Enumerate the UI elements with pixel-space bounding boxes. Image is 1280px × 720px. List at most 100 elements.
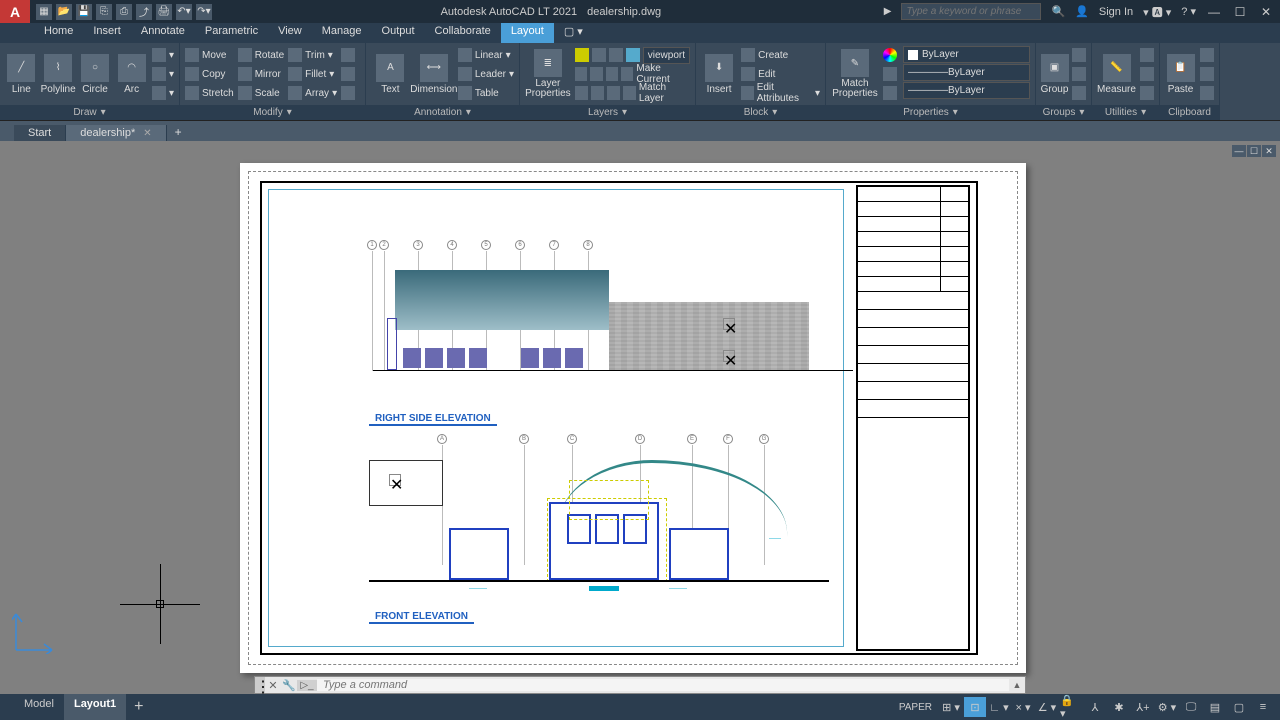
command-input[interactable] (317, 679, 1009, 691)
tab-extra[interactable]: ▢ ▾ (554, 23, 593, 43)
close-tab-icon[interactable]: ✕ (143, 128, 151, 139)
erase-icon[interactable] (341, 46, 355, 64)
tab-parametric[interactable]: Parametric (195, 23, 268, 43)
table-button[interactable]: Table (458, 84, 514, 102)
bulb-icon[interactable] (575, 48, 589, 62)
hatch-icon[interactable]: ▾ (152, 65, 174, 83)
customize-icon[interactable]: ≡ (1252, 697, 1274, 717)
make-current-button[interactable]: Make Current (575, 65, 690, 83)
offset-icon[interactable] (341, 84, 355, 102)
fillet-button[interactable]: Fillet ▾ (288, 65, 337, 83)
leader-button[interactable]: Leader ▾ (458, 65, 514, 83)
osnap-toggle[interactable]: ∠ ▾ (1036, 697, 1058, 717)
scale-button[interactable]: Scale (238, 84, 284, 102)
minimize-button[interactable]: — (1206, 5, 1222, 19)
close-button[interactable]: ✕ (1258, 5, 1274, 19)
circle-button[interactable]: ○Circle (78, 45, 113, 103)
tab-start[interactable]: Start (14, 125, 66, 141)
scale-toggle[interactable]: 🔒 ▾ (1060, 697, 1082, 717)
move-button[interactable]: Move (185, 46, 234, 64)
annotation-scale[interactable]: ⅄ (1084, 697, 1106, 717)
cmd-close-icon[interactable]: ✕ (265, 679, 281, 692)
linear-button[interactable]: Linear ▾ (458, 46, 514, 64)
explode-icon[interactable] (341, 65, 355, 83)
layer-properties-button[interactable]: ≣LayerProperties (524, 45, 572, 103)
open-icon[interactable]: 📂 (56, 4, 72, 20)
tab-output[interactable]: Output (372, 23, 425, 43)
tab-view[interactable]: View (268, 23, 312, 43)
tab-model[interactable]: Model (14, 694, 64, 720)
ellipse-icon[interactable]: ▾ (152, 84, 174, 102)
tab-manage[interactable]: Manage (312, 23, 372, 43)
edit-button[interactable]: Edit (741, 65, 820, 83)
share-icon[interactable]: ▶ (884, 6, 892, 17)
tab-home[interactable]: Home (34, 23, 83, 43)
tab-layout1[interactable]: Layout1 (64, 694, 126, 720)
search-input[interactable] (901, 3, 1041, 20)
clean-screen-icon[interactable]: ▢ (1228, 697, 1250, 717)
annotation-auto[interactable]: ⅄+ (1132, 697, 1154, 717)
lineweight-icon[interactable] (883, 67, 897, 81)
line-button[interactable]: ╱Line (4, 45, 39, 103)
trim-button[interactable]: Trim ▾ (288, 46, 337, 64)
new-tab-button[interactable]: + (167, 123, 190, 141)
mirror-button[interactable]: Mirror (238, 65, 284, 83)
space-label[interactable]: PAPER (893, 702, 938, 713)
tab-dealership[interactable]: dealership*✕ (66, 125, 166, 141)
rotate-button[interactable]: Rotate (238, 46, 284, 64)
exchange-icon[interactable]: ▾ 🅰 ▾ (1143, 4, 1171, 20)
array-button[interactable]: Array ▾ (288, 84, 337, 102)
new-icon[interactable]: ▦ (36, 4, 52, 20)
layer-dropdown[interactable]: viewport (643, 47, 690, 64)
tab-insert[interactable]: Insert (83, 23, 131, 43)
search-icon[interactable]: 🔍 (1051, 5, 1065, 18)
undo-icon[interactable]: ↶▾ (176, 4, 192, 20)
match-layer-button[interactable]: Match Layer (575, 84, 690, 102)
linetype-dropdown[interactable]: ———— ByLayer (903, 82, 1030, 99)
polyline-button[interactable]: ⌇Polyline (41, 45, 76, 103)
color-dropdown[interactable]: ByLayer (903, 46, 1030, 63)
vp-maximize-icon[interactable]: ☐ (1247, 145, 1261, 157)
cmd-handle[interactable]: ⋮ (255, 677, 265, 693)
copy-button[interactable]: Copy (185, 65, 234, 83)
add-layout-button[interactable]: + (126, 694, 151, 720)
drawing-canvas[interactable]: — ☐ ✕ 1 (0, 141, 1280, 694)
save-icon[interactable]: 💾 (76, 4, 92, 20)
app-logo[interactable]: A (0, 0, 30, 23)
create-button[interactable]: Create (741, 46, 820, 64)
signin-label[interactable]: Sign In (1099, 6, 1133, 18)
saveas-icon[interactable]: ⎘ (96, 4, 112, 20)
redo-icon[interactable]: ↷▾ (196, 4, 212, 20)
paste-button[interactable]: 📋Paste (1164, 45, 1197, 103)
insert-button[interactable]: ⬇Insert (700, 45, 738, 103)
rect-icon[interactable]: ▾ (152, 46, 174, 64)
edit-attrs-button[interactable]: Edit Attributes ▾ (741, 84, 820, 102)
lineweight-dropdown[interactable]: ———— ByLayer (903, 64, 1030, 81)
text-button[interactable]: AText (370, 45, 411, 103)
match-properties-button[interactable]: ✎MatchProperties (830, 45, 880, 103)
annotation-visibility[interactable]: ✱ (1108, 697, 1130, 717)
tab-collaborate[interactable]: Collaborate (425, 23, 501, 43)
tab-annotate[interactable]: Annotate (131, 23, 195, 43)
ortho-toggle[interactable]: ∟ ▾ (988, 697, 1010, 717)
measure-button[interactable]: 📏Measure (1096, 45, 1137, 103)
dimension-button[interactable]: ⟷Dimension (413, 45, 455, 103)
snap-toggle[interactable]: ⊡ (964, 697, 986, 717)
maximize-button[interactable]: ☐ (1232, 5, 1248, 19)
help-icon[interactable]: ? ▾ (1181, 5, 1196, 18)
grid-toggle[interactable]: ⊞ ▾ (940, 697, 962, 717)
publish-icon[interactable]: ⤴ (136, 4, 152, 20)
colorwheel-icon[interactable] (883, 48, 897, 62)
monitor-icon[interactable]: 🖵 (1180, 697, 1202, 717)
tab-layout[interactable]: Layout (501, 23, 554, 43)
vp-close-icon[interactable]: ✕ (1262, 145, 1276, 157)
cmd-history-icon[interactable]: ▲ (1009, 680, 1025, 690)
viewport[interactable]: 1 2 3 4 5 6 7 8 ✕ (268, 189, 844, 647)
plot-icon[interactable]: ⎙ (116, 4, 132, 20)
group-button[interactable]: ▣Group (1040, 45, 1069, 103)
stretch-button[interactable]: Stretch (185, 84, 234, 102)
linetype-icon[interactable] (883, 86, 897, 100)
cmd-settings-icon[interactable]: 🔧 (281, 679, 297, 692)
polar-toggle[interactable]: × ▾ (1012, 697, 1034, 717)
print-icon[interactable]: 🖨 (156, 4, 172, 20)
